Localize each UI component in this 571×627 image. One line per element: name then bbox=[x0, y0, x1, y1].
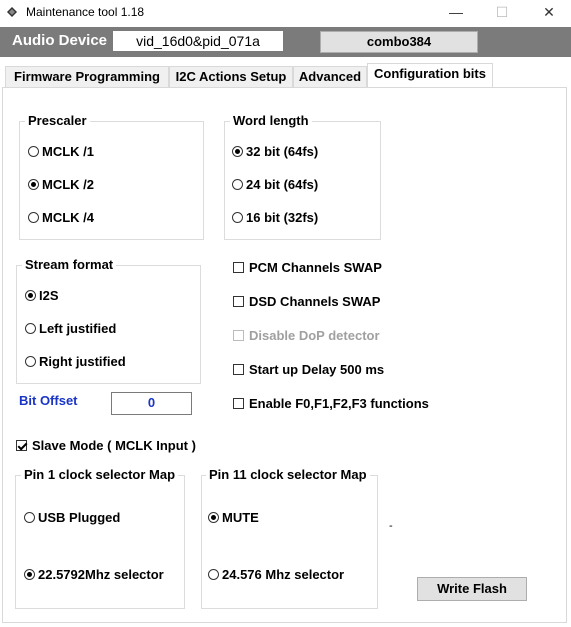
checkbox-icon[interactable] bbox=[233, 364, 244, 375]
option-label: Right justified bbox=[39, 354, 126, 369]
write-flash-button[interactable]: Write Flash bbox=[417, 577, 527, 601]
maximize-button[interactable]: ☐ bbox=[480, 0, 524, 26]
radio-button-icon[interactable] bbox=[28, 179, 39, 190]
radio-button-icon[interactable] bbox=[24, 512, 35, 523]
pcm-channels-swap-checkbox[interactable]: PCM Channels SWAP bbox=[233, 260, 382, 275]
checkbox-icon[interactable] bbox=[233, 262, 244, 273]
enable-f-functions-checkbox[interactable]: Enable F0,F1,F2,F3 functions bbox=[233, 396, 429, 411]
radio-button-icon[interactable] bbox=[232, 146, 243, 157]
checkbox-icon[interactable] bbox=[233, 296, 244, 307]
radio-button-icon[interactable] bbox=[208, 569, 219, 580]
stray-dash-mark: - bbox=[389, 520, 393, 532]
prescaler-option-mclk4[interactable]: MCLK /4 bbox=[28, 210, 94, 225]
tab-firmware-programming[interactable]: Firmware Programming bbox=[5, 66, 169, 87]
device-id-field[interactable]: vid_16d0&pid_071a bbox=[112, 30, 284, 52]
checkbox-label: Slave Mode ( MCLK Input ) bbox=[32, 438, 196, 453]
bit-offset-input[interactable]: 0 bbox=[111, 392, 192, 415]
prescaler-title: Prescaler bbox=[25, 113, 90, 128]
option-label: MCLK /2 bbox=[42, 177, 94, 192]
radio-button-icon[interactable] bbox=[28, 212, 39, 223]
checkbox-label: Enable F0,F1,F2,F3 functions bbox=[249, 396, 429, 411]
option-label: 24.576 Mhz selector bbox=[222, 567, 345, 582]
tab-i2c-actions-setup[interactable]: I2C Actions Setup bbox=[169, 66, 293, 87]
checkbox-label: Disable DoP detector bbox=[249, 328, 380, 343]
word-length-option-32bit[interactable]: 32 bit (64fs) bbox=[232, 144, 318, 159]
option-label: USB Plugged bbox=[38, 510, 121, 525]
minimize-button[interactable]: — bbox=[434, 0, 478, 26]
pin11-option-24mhz-selector[interactable]: 24.576 Mhz selector bbox=[208, 567, 344, 582]
option-label: 24 bit (64fs) bbox=[246, 177, 319, 192]
startup-delay-checkbox[interactable]: Start up Delay 500 ms bbox=[233, 362, 384, 377]
word-length-option-24bit[interactable]: 24 bit (64fs) bbox=[232, 177, 318, 192]
stream-format-title: Stream format bbox=[22, 257, 117, 272]
radio-button-icon[interactable] bbox=[25, 356, 36, 367]
tab-configuration-bits[interactable]: Configuration bits bbox=[367, 63, 493, 88]
option-label: 32 bit (64fs) bbox=[246, 144, 319, 159]
bit-offset-label: Bit Offset bbox=[19, 393, 78, 408]
checkbox-label: PCM Channels SWAP bbox=[249, 260, 382, 275]
checkbox-icon[interactable] bbox=[233, 398, 244, 409]
prescaler-option-mclk1[interactable]: MCLK /1 bbox=[28, 144, 94, 159]
word-length-option-16bit[interactable]: 16 bit (32fs) bbox=[232, 210, 318, 225]
pin11-clock-selector-group bbox=[201, 475, 378, 609]
option-label: MCLK /4 bbox=[42, 210, 94, 225]
option-label: 16 bit (32fs) bbox=[246, 210, 319, 225]
pin1-option-usb-plugged[interactable]: USB Plugged bbox=[24, 510, 120, 525]
pin1-option-22mhz-selector[interactable]: 22.5792Mhz selector bbox=[24, 567, 164, 582]
stream-format-option-right-justified[interactable]: Right justified bbox=[25, 354, 126, 369]
close-button[interactable]: ✕ bbox=[527, 0, 571, 26]
pin11-option-mute[interactable]: MUTE bbox=[208, 510, 259, 525]
option-label: 22.5792Mhz selector bbox=[38, 567, 164, 582]
option-label: Left justified bbox=[39, 321, 117, 336]
option-label: MUTE bbox=[222, 510, 259, 525]
stream-format-option-left-justified[interactable]: Left justified bbox=[25, 321, 116, 336]
checkbox-label: DSD Channels SWAP bbox=[249, 294, 381, 309]
checkbox-icon[interactable] bbox=[16, 440, 27, 451]
app-icon bbox=[7, 7, 17, 17]
disable-dop-detector-checkbox: Disable DoP detector bbox=[233, 328, 380, 343]
device-model-button[interactable]: combo384 bbox=[320, 31, 478, 53]
option-label: I2S bbox=[39, 288, 59, 303]
option-label: MCLK /1 bbox=[42, 144, 94, 159]
checkbox-icon bbox=[233, 330, 244, 341]
pin1-clock-selector-group bbox=[15, 475, 185, 609]
radio-button-icon[interactable] bbox=[208, 512, 219, 523]
word-length-title: Word length bbox=[230, 113, 312, 128]
pin1-clock-selector-title: Pin 1 clock selector Map bbox=[21, 467, 179, 482]
radio-button-icon[interactable] bbox=[24, 569, 35, 580]
radio-button-icon[interactable] bbox=[232, 212, 243, 223]
tab-advanced[interactable]: Advanced bbox=[293, 66, 367, 87]
slave-mode-checkbox[interactable]: Slave Mode ( MCLK Input ) bbox=[16, 438, 196, 453]
checkbox-label: Start up Delay 500 ms bbox=[249, 362, 385, 377]
radio-button-icon[interactable] bbox=[28, 146, 39, 157]
stream-format-option-i2s[interactable]: I2S bbox=[25, 288, 59, 303]
radio-button-icon[interactable] bbox=[25, 323, 36, 334]
radio-button-icon[interactable] bbox=[25, 290, 36, 301]
window-title: Maintenance tool 1.18 bbox=[26, 5, 145, 19]
prescaler-option-mclk2[interactable]: MCLK /2 bbox=[28, 177, 94, 192]
radio-button-icon[interactable] bbox=[232, 179, 243, 190]
pin11-clock-selector-title: Pin 11 clock selector Map bbox=[206, 467, 370, 482]
audio-device-label: Audio Device bbox=[12, 32, 108, 49]
dsd-channels-swap-checkbox[interactable]: DSD Channels SWAP bbox=[233, 294, 380, 309]
